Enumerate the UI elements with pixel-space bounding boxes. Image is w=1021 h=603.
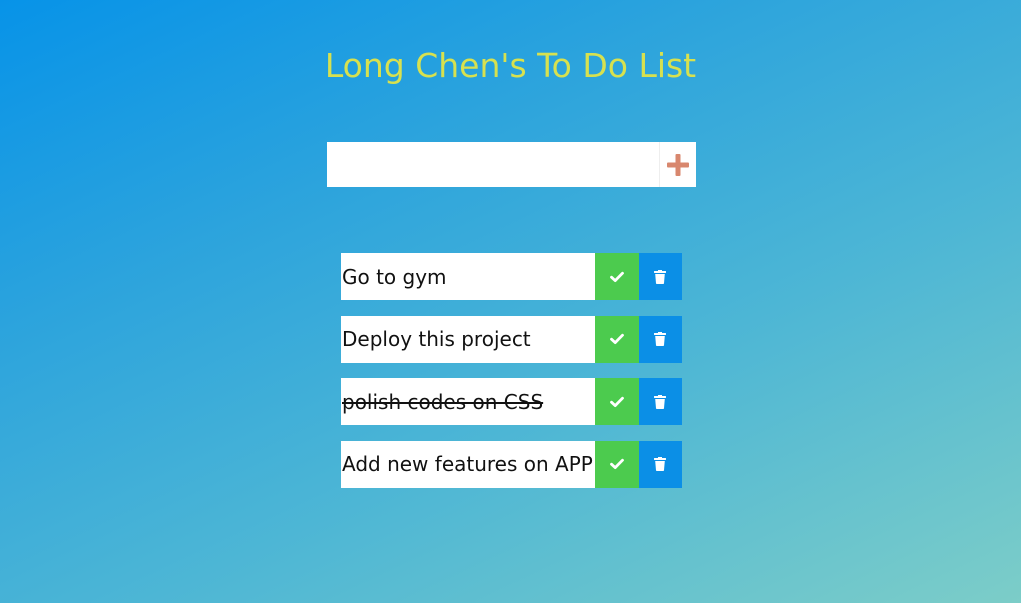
delete-button[interactable] — [638, 315, 682, 363]
add-todo-button[interactable] — [659, 142, 696, 187]
todo-list: Go to gym Deploy this project polish cod… — [341, 253, 682, 503]
todo-item: Go to gym — [341, 253, 682, 300]
complete-button[interactable] — [595, 315, 639, 363]
check-icon — [609, 396, 624, 407]
complete-button[interactable] — [595, 253, 639, 300]
check-icon — [609, 333, 624, 344]
todo-item: polish codes on CSS — [341, 378, 682, 425]
todo-text: Deploy this project — [342, 327, 531, 351]
todo-item: Add new features on APP — [341, 440, 682, 488]
delete-button[interactable] — [638, 378, 682, 425]
add-todo-form — [327, 142, 696, 187]
trash-icon — [654, 457, 667, 471]
check-icon — [609, 458, 624, 469]
trash-icon — [654, 269, 667, 284]
page-title: Long Chen's To Do List — [324, 46, 697, 85]
plus-icon — [667, 153, 689, 176]
todo-item: Deploy this project — [341, 315, 682, 363]
trash-icon — [654, 394, 667, 409]
todo-text: Go to gym — [342, 264, 447, 289]
trash-icon — [654, 332, 667, 346]
todo-text: Add new features on APP — [342, 452, 593, 476]
check-icon — [609, 271, 624, 282]
complete-button[interactable] — [595, 378, 639, 425]
delete-button[interactable] — [638, 440, 682, 488]
complete-button[interactable] — [595, 440, 639, 488]
todo-input[interactable] — [327, 142, 659, 187]
delete-button[interactable] — [638, 253, 682, 300]
todo-text: polish codes on CSS — [342, 389, 544, 414]
